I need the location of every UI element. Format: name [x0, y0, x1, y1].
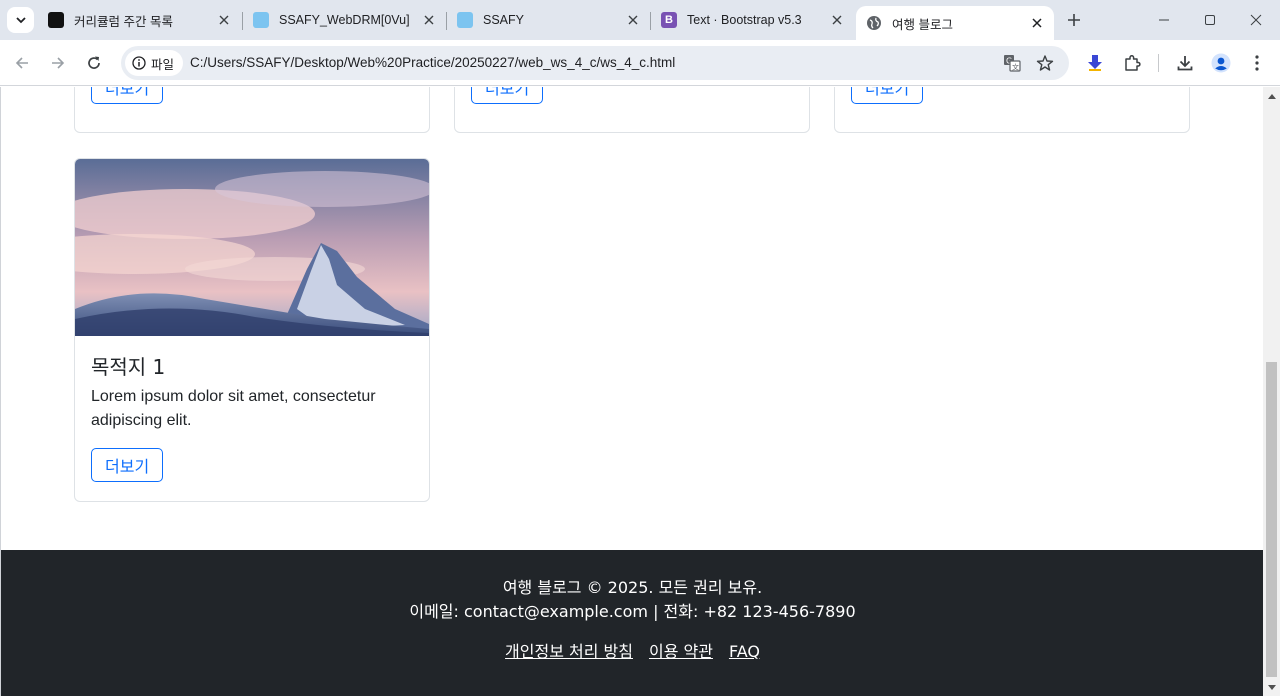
svg-text:文: 文: [1012, 63, 1019, 72]
tab-ssafy[interactable]: SSAFY: [447, 0, 650, 40]
copyright-text: 여행 블로그 © 2025. 모든 권리 보유.: [502, 578, 763, 597]
tab-strip: 커리큘럼 주간 목록 SSAFY_WebDRM[0Vu] SSAFY B Tex…: [0, 0, 1280, 40]
download-icon: [1177, 56, 1193, 71]
tab-title: SSAFY: [483, 13, 524, 27]
contact-text: 이메일: contact@example.com | 전화: +82 123-4…: [409, 602, 856, 621]
puzzle-icon: [1125, 54, 1141, 71]
bootstrap-icon: B: [661, 12, 677, 28]
close-icon[interactable]: [828, 11, 846, 29]
profile-button[interactable]: [1209, 51, 1233, 75]
destination-card: 더보기: [454, 87, 810, 133]
privacy-policy-link[interactable]: 개인정보 처리 방침: [505, 640, 633, 664]
arrow-right-icon: [52, 57, 65, 69]
terms-link[interactable]: 이용 약관: [649, 640, 713, 664]
maximize-icon: [1205, 15, 1215, 25]
reload-icon: [88, 56, 100, 69]
tab-curriculum[interactable]: 커리큘럼 주간 목록: [38, 0, 241, 40]
browser-toolbar: 파일 C:/Users/SSAFY/Desktop/Web%20Practice…: [0, 40, 1280, 86]
window-close-button[interactable]: [1233, 0, 1279, 40]
tab-search-button[interactable]: [7, 7, 34, 33]
more-button[interactable]: 더보기: [851, 87, 924, 104]
ssafy-icon: [457, 12, 473, 28]
address-bar[interactable]: 파일 C:/Users/SSAFY/Desktop/Web%20Practice…: [121, 46, 1069, 80]
site-info-chip[interactable]: 파일: [125, 50, 184, 76]
menu-button[interactable]: [1245, 51, 1269, 75]
destination-card: 더보기: [834, 87, 1190, 133]
tab-title: SSAFY_WebDRM[0Vu]: [279, 13, 410, 27]
tab-webdrm[interactable]: SSAFY_WebDRM[0Vu]: [243, 0, 446, 40]
close-icon[interactable]: [624, 11, 642, 29]
maximize-button[interactable]: [1187, 0, 1233, 40]
tab-bootstrap[interactable]: B Text · Bootstrap v5.3: [651, 0, 854, 40]
download-extension-icon: [1088, 55, 1102, 71]
new-tab-button[interactable]: [1063, 9, 1085, 31]
close-icon: [1250, 14, 1262, 26]
close-icon[interactable]: [215, 11, 233, 29]
site-footer: 여행 블로그 © 2025. 모든 권리 보유. 이메일: contact@ex…: [1, 550, 1263, 696]
faq-link[interactable]: FAQ: [729, 640, 760, 664]
more-button[interactable]: 더보기: [91, 448, 164, 482]
triangle-up-icon: [1267, 93, 1276, 99]
card-title: 목적지 1: [91, 355, 166, 379]
avatar-icon: [1211, 53, 1231, 73]
translate-button[interactable]: G文: [1002, 53, 1022, 73]
destination-card: 목적지 1 Lorem ipsum dolor sit amet, consec…: [74, 158, 430, 502]
plus-icon: [1068, 14, 1080, 26]
globe-icon: [866, 15, 882, 31]
downloads-button[interactable]: [1173, 51, 1197, 75]
tab-title: 커리큘럼 주간 목록: [74, 14, 173, 29]
close-icon[interactable]: [420, 11, 438, 29]
ssafy-icon: [253, 12, 269, 28]
ssafy-notion-icon: [48, 12, 64, 28]
reload-button[interactable]: [80, 49, 108, 77]
scrollbar-thumb[interactable]: [1266, 362, 1277, 677]
arrow-left-icon: [15, 57, 28, 69]
more-button[interactable]: 더보기: [471, 87, 544, 104]
footer-links: 개인정보 처리 방침 이용 약관 FAQ: [1, 640, 1263, 664]
extension-downloader-button[interactable]: [1083, 51, 1107, 75]
site-info-label: 파일: [151, 57, 175, 72]
vertical-scrollbar[interactable]: [1263, 87, 1280, 696]
destination-card: 더보기: [74, 87, 430, 133]
translate-icon: G文: [1004, 55, 1021, 72]
page-viewport: 더보기 더보기 더보기 목적지 1 Lorem ipsum dolor sit …: [0, 87, 1263, 696]
back-button[interactable]: [8, 49, 36, 77]
triangle-down-icon: [1267, 684, 1276, 690]
close-icon[interactable]: [1028, 14, 1046, 32]
minimize-icon: [1159, 19, 1169, 21]
tab-title: 여행 블로그: [892, 17, 953, 32]
scroll-down-arrow[interactable]: [1263, 679, 1280, 696]
chevron-down-icon: [15, 17, 26, 24]
star-icon: [1036, 55, 1054, 71]
bookmark-button[interactable]: [1035, 53, 1055, 73]
minimize-button[interactable]: [1141, 0, 1187, 40]
info-icon: [132, 56, 146, 70]
more-vert-icon: [1255, 55, 1259, 71]
scroll-up-arrow[interactable]: [1263, 87, 1280, 104]
card-text: Lorem ipsum dolor sit amet, consectetur …: [91, 388, 376, 429]
extensions-button[interactable]: [1120, 51, 1144, 75]
more-button[interactable]: 더보기: [91, 87, 164, 104]
tab-title: Text · Bootstrap v5.3: [687, 13, 802, 27]
mountain-image: [75, 159, 429, 336]
forward-button[interactable]: [44, 49, 72, 77]
tab-travel-blog[interactable]: 여행 블로그: [856, 6, 1054, 40]
toolbar-divider: [1158, 54, 1159, 72]
url-text[interactable]: C:/Users/SSAFY/Desktop/Web%20Practice/20…: [190, 55, 675, 70]
